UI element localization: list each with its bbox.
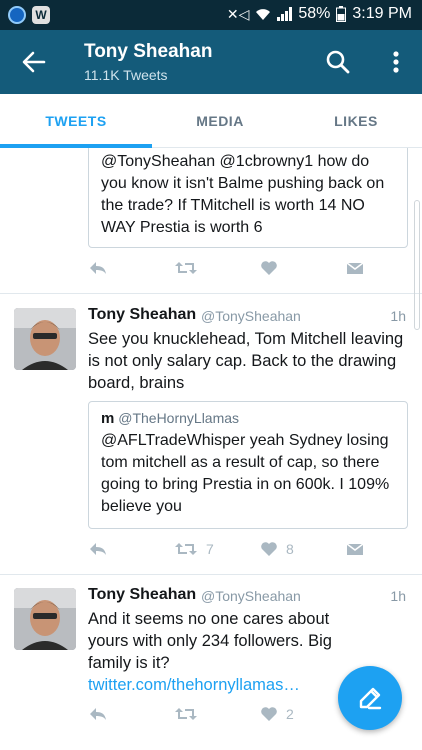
heart-icon: [261, 707, 277, 721]
heart-icon: [261, 261, 277, 275]
reply-button[interactable]: [88, 541, 108, 557]
reply-button[interactable]: [88, 706, 108, 722]
profile-tabs: TWEETS MEDIA LIKES: [0, 94, 422, 148]
reply-icon: [90, 708, 106, 720]
wifi-icon: [256, 9, 271, 20]
tweet-feed[interactable]: @TonySheahan @1cbrowny1 how do you know …: [0, 148, 422, 750]
more-vert-icon[interactable]: [386, 48, 406, 76]
tweet-time: 1h: [390, 588, 406, 604]
like-button[interactable]: [260, 260, 278, 276]
tab-likes[interactable]: LIKES: [290, 94, 422, 148]
compose-tweet-button[interactable]: [338, 666, 402, 730]
mute-icon: ✕◁: [226, 5, 250, 22]
app-w-icon: W: [32, 6, 50, 24]
compose-icon: [359, 687, 382, 710]
retweet-count: 7: [206, 541, 214, 557]
search-icon[interactable]: [324, 48, 352, 76]
signal-icon: [277, 7, 293, 21]
quoted-author-name: m: [101, 410, 115, 427]
retweet-icon: [175, 262, 197, 274]
quoted-tweet[interactable]: m @TheHornyLlamas @AFLTradeWhisper yeah …: [88, 401, 408, 529]
like-button[interactable]: 2: [260, 706, 294, 722]
tweet-time: 1h: [390, 308, 406, 324]
reply-icon: [90, 262, 106, 274]
scrollbar[interactable]: [414, 200, 420, 330]
tab-tweets[interactable]: TWEETS: [0, 94, 152, 148]
like-count: 8: [286, 541, 294, 557]
reply-icon: [90, 543, 106, 555]
tweet-count: 11.1K Tweets: [84, 67, 168, 83]
tweet-author-handle: @TonySheahan: [201, 588, 301, 604]
status-bar: W ✕◁ 58% 3:19 PM: [0, 0, 422, 30]
reply-button[interactable]: [88, 260, 108, 276]
retweet-icon: [175, 543, 197, 555]
clock: 3:19 PM: [352, 5, 412, 22]
app-s-icon: [8, 6, 26, 24]
retweet-button[interactable]: 7: [174, 541, 214, 557]
tweet-author-name[interactable]: Tony Sheahan: [88, 306, 196, 324]
dm-button[interactable]: [346, 541, 364, 557]
heart-icon: [261, 542, 277, 556]
tweet-author-name[interactable]: Tony Sheahan: [88, 586, 196, 604]
battery-icon: [336, 6, 347, 22]
quoted-tweet-text: @TonySheahan @1cbrowny1 how do you know …: [101, 153, 385, 236]
tweet-text-container: And it seems no one cares about yours wi…: [88, 608, 368, 696]
tweet-actions: [88, 260, 378, 282]
tweet-divider: [0, 574, 422, 575]
tweet-text: And it seems no one cares about yours wi…: [88, 610, 332, 672]
arrow-left-icon[interactable]: [20, 48, 48, 76]
envelope-icon: [346, 543, 364, 555]
retweet-icon: [175, 708, 197, 720]
tweet-link[interactable]: twitter.com/thehornyllamas…: [88, 676, 300, 694]
like-button[interactable]: 8: [260, 541, 294, 557]
quoted-tweet-text: @AFLTradeWhisper yeah Sydney losing tom …: [101, 432, 390, 515]
dm-button[interactable]: [346, 260, 364, 276]
app-header: Tony Sheahan 11.1K Tweets: [0, 30, 422, 94]
tweet-divider: [0, 293, 422, 294]
retweet-button[interactable]: [174, 706, 198, 722]
tweet-text: See you knucklehead, Tom Mitchell leavin…: [88, 330, 404, 392]
avatar[interactable]: [14, 308, 76, 370]
avatar[interactable]: [14, 588, 76, 650]
tweet-actions: 2: [88, 706, 378, 728]
page-title: Tony Sheahan: [84, 41, 213, 62]
envelope-icon: [346, 262, 364, 274]
retweet-button[interactable]: [174, 260, 198, 276]
tab-media[interactable]: MEDIA: [150, 94, 290, 148]
quoted-tweet[interactable]: @TonySheahan @1cbrowny1 how do you know …: [88, 148, 408, 248]
like-count: 2: [286, 706, 294, 722]
tweet-actions: 7 8: [88, 541, 378, 563]
quoted-author-handle: @TheHornyLlamas: [118, 410, 240, 426]
tweet-author-handle: @TonySheahan: [201, 308, 301, 324]
battery-level: 58%: [298, 5, 331, 22]
